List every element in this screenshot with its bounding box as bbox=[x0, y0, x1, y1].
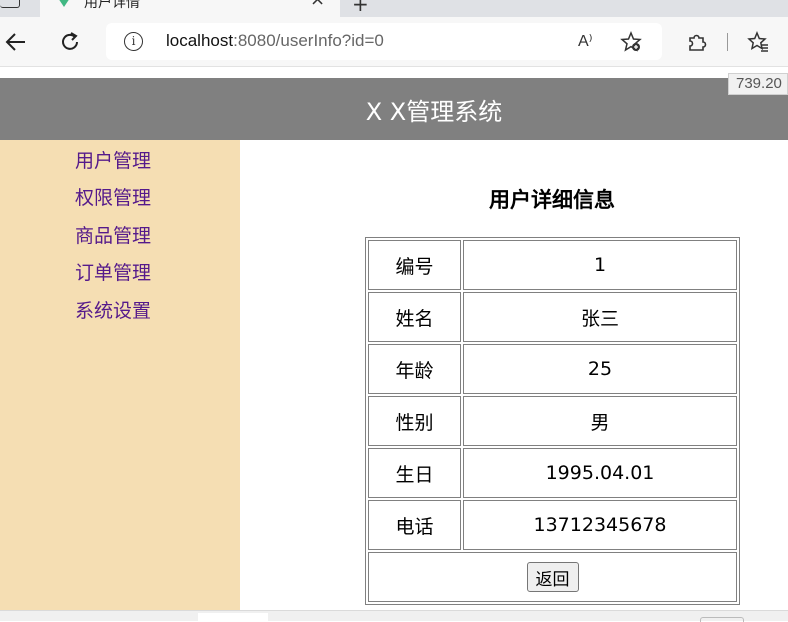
sidebar-item-order-management[interactable]: 订单管理 bbox=[75, 258, 151, 285]
add-favorite-icon[interactable] bbox=[620, 31, 642, 57]
vue-favicon-icon bbox=[58, 0, 70, 7]
field-label-id: 编号 bbox=[368, 240, 461, 290]
tab-close-icon[interactable]: × bbox=[310, 0, 325, 10]
field-value-phone: 13712345678 bbox=[463, 500, 737, 550]
field-label-age: 年龄 bbox=[368, 344, 461, 394]
favorites-icon[interactable] bbox=[745, 29, 771, 55]
table-row: 电话 13712345678 bbox=[368, 500, 737, 550]
table-row: 姓名 张三 bbox=[368, 292, 737, 342]
field-value-id: 1 bbox=[463, 240, 737, 290]
field-value-age: 25 bbox=[463, 344, 737, 394]
table-row: 年龄 25 bbox=[368, 344, 737, 394]
new-tab-icon[interactable]: + bbox=[352, 0, 369, 16]
active-tab[interactable]: 用户详情 × bbox=[40, 0, 340, 17]
bottom-scroll-strip bbox=[0, 610, 788, 622]
sidebar-item-product-management[interactable]: 商品管理 bbox=[75, 221, 151, 248]
table-row: 编号 1 bbox=[368, 240, 737, 290]
field-value-name: 张三 bbox=[463, 292, 737, 342]
table-row: 返回 bbox=[368, 552, 737, 602]
site-info-icon[interactable]: i bbox=[124, 32, 143, 51]
sidebar-item-user-management[interactable]: 用户管理 bbox=[75, 146, 151, 173]
address-url[interactable]: localhost:8080/userInfo?id=0 bbox=[166, 31, 384, 51]
reload-icon[interactable] bbox=[57, 29, 83, 55]
field-value-gender: 男 bbox=[463, 396, 737, 446]
back-button[interactable]: 返回 bbox=[526, 562, 579, 592]
toolbar-divider bbox=[727, 33, 728, 51]
sidebar: 用户管理 权限管理 商品管理 订单管理 系统设置 bbox=[0, 140, 240, 610]
address-bar[interactable]: i localhost:8080/userInfo?id=0 A⁾ bbox=[106, 23, 662, 60]
viewport-width-readout: 739.20 bbox=[728, 73, 788, 95]
page-title: 用户详细信息 bbox=[489, 188, 615, 212]
sidebar-item-system-settings[interactable]: 系统设置 bbox=[75, 296, 151, 323]
extensions-icon[interactable] bbox=[684, 29, 710, 55]
field-label-birthday: 生日 bbox=[368, 448, 461, 498]
table-row: 生日 1995.04.01 bbox=[368, 448, 737, 498]
user-info-table: 编号 1 姓名 张三 年龄 25 性别 男 生日 1995.04.01 电话 1… bbox=[365, 237, 740, 605]
tab-title: 用户详情 bbox=[84, 0, 140, 11]
previous-tab-edge[interactable] bbox=[0, 0, 20, 8]
browser-toolbar: i localhost:8080/userInfo?id=0 A⁾ bbox=[0, 17, 788, 67]
system-title: X X管理系统 bbox=[365, 98, 503, 126]
browser-tab-strip: 用户详情 × + bbox=[0, 0, 788, 17]
back-button-cell: 返回 bbox=[368, 552, 737, 602]
table-row: 性别 男 bbox=[368, 396, 737, 446]
main-content: 用户详细信息 编号 1 姓名 张三 年龄 25 性别 男 生日 1995.04.… bbox=[240, 140, 788, 610]
field-label-name: 姓名 bbox=[368, 292, 461, 342]
field-value-birthday: 1995.04.01 bbox=[463, 448, 737, 498]
page-header: X X管理系统 bbox=[0, 78, 788, 140]
field-label-phone: 电话 bbox=[368, 500, 461, 550]
sidebar-item-permission-management[interactable]: 权限管理 bbox=[75, 183, 151, 210]
field-label-gender: 性别 bbox=[368, 396, 461, 446]
bottom-corner-widget bbox=[700, 617, 744, 622]
back-arrow-icon[interactable] bbox=[3, 29, 29, 55]
read-aloud-icon[interactable]: A⁾ bbox=[578, 31, 593, 51]
